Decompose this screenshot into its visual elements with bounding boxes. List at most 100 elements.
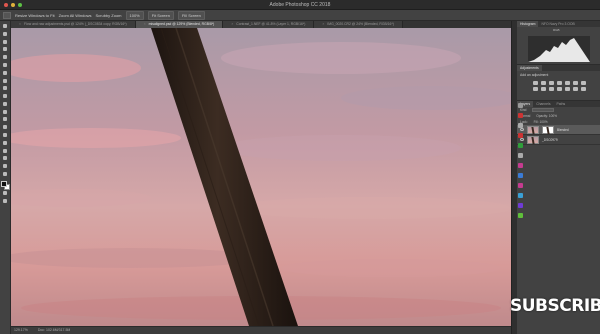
tab-flow-raw-adjustments[interactable]: × Flow and raw adjustments.psd @ 124% (_D… [11,21,136,28]
scrubby-zoom-checkbox[interactable]: Scrubby Zoom [95,13,121,18]
layer-mask-thumbnail[interactable] [542,125,554,134]
color-balance-icon[interactable] [581,81,586,85]
tab-channels[interactable]: Channels [533,101,553,107]
plugin-icon-2[interactable] [518,113,523,118]
plugin-icons [518,103,524,218]
subscribe-overlay[interactable]: SUBSCRIBE [510,294,600,318]
plugin-icon-11[interactable] [518,203,523,208]
window-controls[interactable] [4,3,22,7]
exposure-icon[interactable] [557,81,562,85]
tab-misaligned[interactable]: × misaligned.psd @ 129% (Blended, RGB/8*) [135,21,224,28]
zoom-all-windows-checkbox[interactable]: Zoom All Windows [59,13,92,18]
document-size: Doc: 102.6M/317.5M [37,328,71,332]
foreground-color-swatch[interactable] [0,180,7,187]
adjustments-panel: Adjustments Add an adjustment [517,65,600,101]
eyedropper-icon[interactable] [2,62,9,68]
tab-paths[interactable]: Paths [554,101,569,107]
photo-image [11,28,511,326]
window-titlebar: Adobe Photoshop CC 2018 [0,0,600,10]
levels-icon[interactable] [541,81,546,85]
layer-name: Blended [557,127,569,132]
hue-saturation-icon[interactable] [573,81,578,85]
channel-mixer-icon[interactable] [549,87,554,91]
pen-tool-icon[interactable] [2,132,9,138]
clone-stamp-icon[interactable] [2,85,9,91]
rectangle-tool-icon[interactable] [2,155,9,161]
move-tool-icon[interactable] [2,23,9,29]
quick-mask-icon[interactable] [2,190,9,196]
black-white-icon[interactable] [533,87,538,91]
maximize-button[interactable] [18,3,22,7]
histogram-graph [528,36,590,62]
plugin-icon-12[interactable] [518,213,523,218]
plugin-icon-7[interactable] [518,163,523,168]
photo-filter-icon[interactable] [541,87,546,91]
histogram-panel: RGB [517,27,600,65]
lasso-tool-icon[interactable] [2,39,9,45]
fit-screen-button[interactable]: Fit Screen [147,10,174,20]
crop-tool-icon[interactable] [2,54,9,60]
zoom-100-button[interactable]: 100% [125,10,144,20]
filter-icons[interactable] [532,108,555,112]
layer-row-dsc0979[interactable]: _DSC0979 [517,135,600,145]
brush-tool-icon[interactable] [2,77,9,83]
tab-close-icon[interactable]: × [322,22,324,26]
plugin-icon-10[interactable] [518,193,523,198]
layers-panel: Layers Channels Paths Kind Normal Opacit… [517,101,600,181]
type-tool-icon[interactable] [2,140,9,146]
plugin-icon-3[interactable] [518,123,523,128]
plugin-icon-8[interactable] [518,173,523,178]
threshold-icon[interactable] [581,87,586,91]
quick-select-icon[interactable] [2,46,9,52]
resize-windows-checkbox[interactable]: Resize Windows to Fit [15,13,55,18]
hand-tool-icon[interactable] [2,163,9,169]
dodge-icon[interactable] [2,124,9,130]
add-adjustment-label: Add an adjustment [520,73,549,77]
plugin-icon-1[interactable] [518,103,523,108]
tab-contrast[interactable]: × Contrast_1.NEF @ 41.8% (Layer 1, RGB/16… [223,21,315,28]
vibrance-icon[interactable] [565,81,570,85]
posterize-icon[interactable] [573,87,578,91]
tab-close-icon[interactable]: × [19,22,21,26]
status-bar: 129.17% Doc: 102.6M/317.5M [11,326,511,334]
close-button[interactable] [4,3,8,7]
path-select-icon[interactable] [2,148,9,154]
tab-close-icon[interactable]: × [144,22,146,26]
zoom-level[interactable]: 129.17% [14,327,28,334]
fill-field[interactable]: Fill: 100% [534,119,548,125]
app-title: Adobe Photoshop CC 2018 [269,2,331,8]
layer-row-blended[interactable]: Blended [517,125,600,135]
document-tabs: × Flow and raw adjustments.psd @ 124% (_D… [11,21,511,28]
invert-icon[interactable] [565,87,570,91]
curves-icon[interactable] [549,81,554,85]
history-brush-icon[interactable] [2,93,9,99]
fill-screen-button[interactable]: Fill Screen [177,10,205,20]
plugin-icon-6[interactable] [518,153,523,158]
adjustment-icons [517,81,600,91]
screen-mode-icon[interactable] [2,197,9,203]
zoom-tool-preset-icon[interactable] [3,11,11,19]
tab-adjustments[interactable]: Adjustments [517,65,542,71]
gradient-icon[interactable] [2,109,9,115]
document-canvas[interactable] [11,28,511,326]
tools-panel [0,21,11,334]
color-lookup-icon[interactable] [557,87,562,91]
tab-img-0020[interactable]: × IMG_0020.CR2 @ 24% (Blended, RGB/16*) [314,21,403,28]
color-swatches[interactable] [0,180,10,190]
histogram-channel[interactable]: RGB [553,28,560,32]
minimize-button[interactable] [11,3,15,7]
healing-brush-icon[interactable] [2,70,9,76]
tab-close-icon[interactable]: × [231,22,233,26]
brightness-contrast-icon[interactable] [533,81,538,85]
eraser-icon[interactable] [2,101,9,107]
marquee-tool-icon[interactable] [2,31,9,37]
zoom-tool-icon[interactable] [2,171,9,177]
plugin-icon-5[interactable] [518,143,523,148]
options-bar: Resize Windows to Fit Zoom All Windows S… [0,10,600,21]
blur-icon[interactable] [2,116,9,122]
layer-thumbnail [527,135,539,144]
plugin-icon-4[interactable] [518,133,523,138]
right-panels: Histogram NFO Navy Pro 3 OOB RGB Adjustm… [517,21,600,334]
plugin-icon-9[interactable] [518,183,523,188]
layer-thumbnail [527,125,539,134]
